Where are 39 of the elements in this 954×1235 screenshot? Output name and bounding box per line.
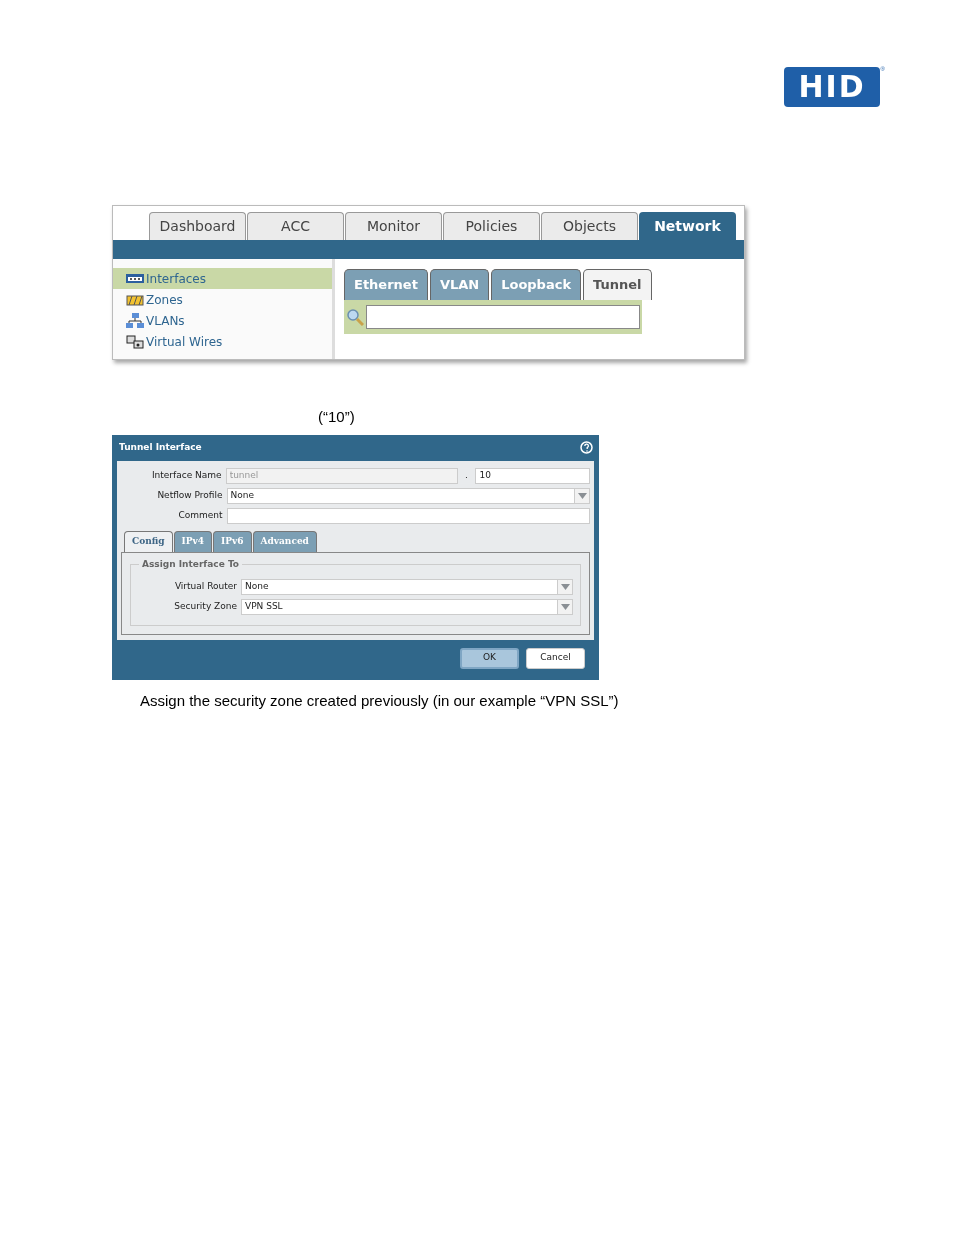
fieldset-title: Assign Interface To (139, 557, 243, 571)
dropdown-arrow-icon[interactable] (560, 603, 570, 610)
separator-dot: . (464, 469, 469, 483)
field-label: Security Zone (173, 599, 237, 613)
dropdown-select[interactable]: None (241, 578, 573, 595)
caption: (“10”) (318, 407, 356, 427)
main-tab[interactable]: Policies (443, 212, 540, 240)
dropdown-select[interactable]: VPN SSL (241, 598, 573, 615)
sidebar-item[interactable]: Interfaces (113, 268, 332, 289)
sidebar-item[interactable]: Zones (113, 289, 332, 310)
sidebar-item[interactable]: VLANs (113, 310, 332, 331)
field-label: Interface Name (150, 469, 222, 483)
caption: Assign the security zone created previously (in our example “VPN SSL”) (140, 690, 620, 711)
main-tab[interactable]: Network (639, 212, 736, 240)
field-label: Netflow Profile (156, 488, 223, 502)
dialog-tab[interactable]: Config (124, 530, 173, 552)
main-tab[interactable]: Monitor (345, 212, 442, 240)
logo: HID (784, 67, 880, 107)
field-label: Comment (177, 508, 223, 522)
help-icon[interactable] (580, 441, 593, 454)
main-tab[interactable]: Objects (541, 212, 638, 240)
sub-tab[interactable]: Tunnel (583, 269, 652, 300)
dialog-button[interactable]: Cancel (526, 647, 585, 669)
main-tab[interactable]: ACC (247, 212, 344, 240)
network-card-icon (126, 274, 144, 283)
sidebar-item[interactable]: Virtual Wires (113, 331, 332, 352)
comment-field[interactable] (226, 507, 590, 524)
dialog-title: Tunnel Interface (119, 440, 202, 454)
search-field[interactable] (366, 305, 640, 329)
main-tab[interactable]: Dashboard (149, 212, 246, 240)
zones-icon (126, 293, 144, 306)
dropdown-arrow-icon[interactable] (577, 492, 587, 499)
dropdown-arrow-icon[interactable] (560, 583, 570, 590)
netflow-profile-select[interactable]: None (226, 487, 590, 504)
virtual-wire-icon (126, 334, 144, 349)
search-icon (346, 308, 364, 326)
field-label: Virtual Router (173, 579, 237, 593)
network-computers-icon (126, 312, 144, 329)
dialog-button[interactable]: OK (460, 647, 519, 669)
